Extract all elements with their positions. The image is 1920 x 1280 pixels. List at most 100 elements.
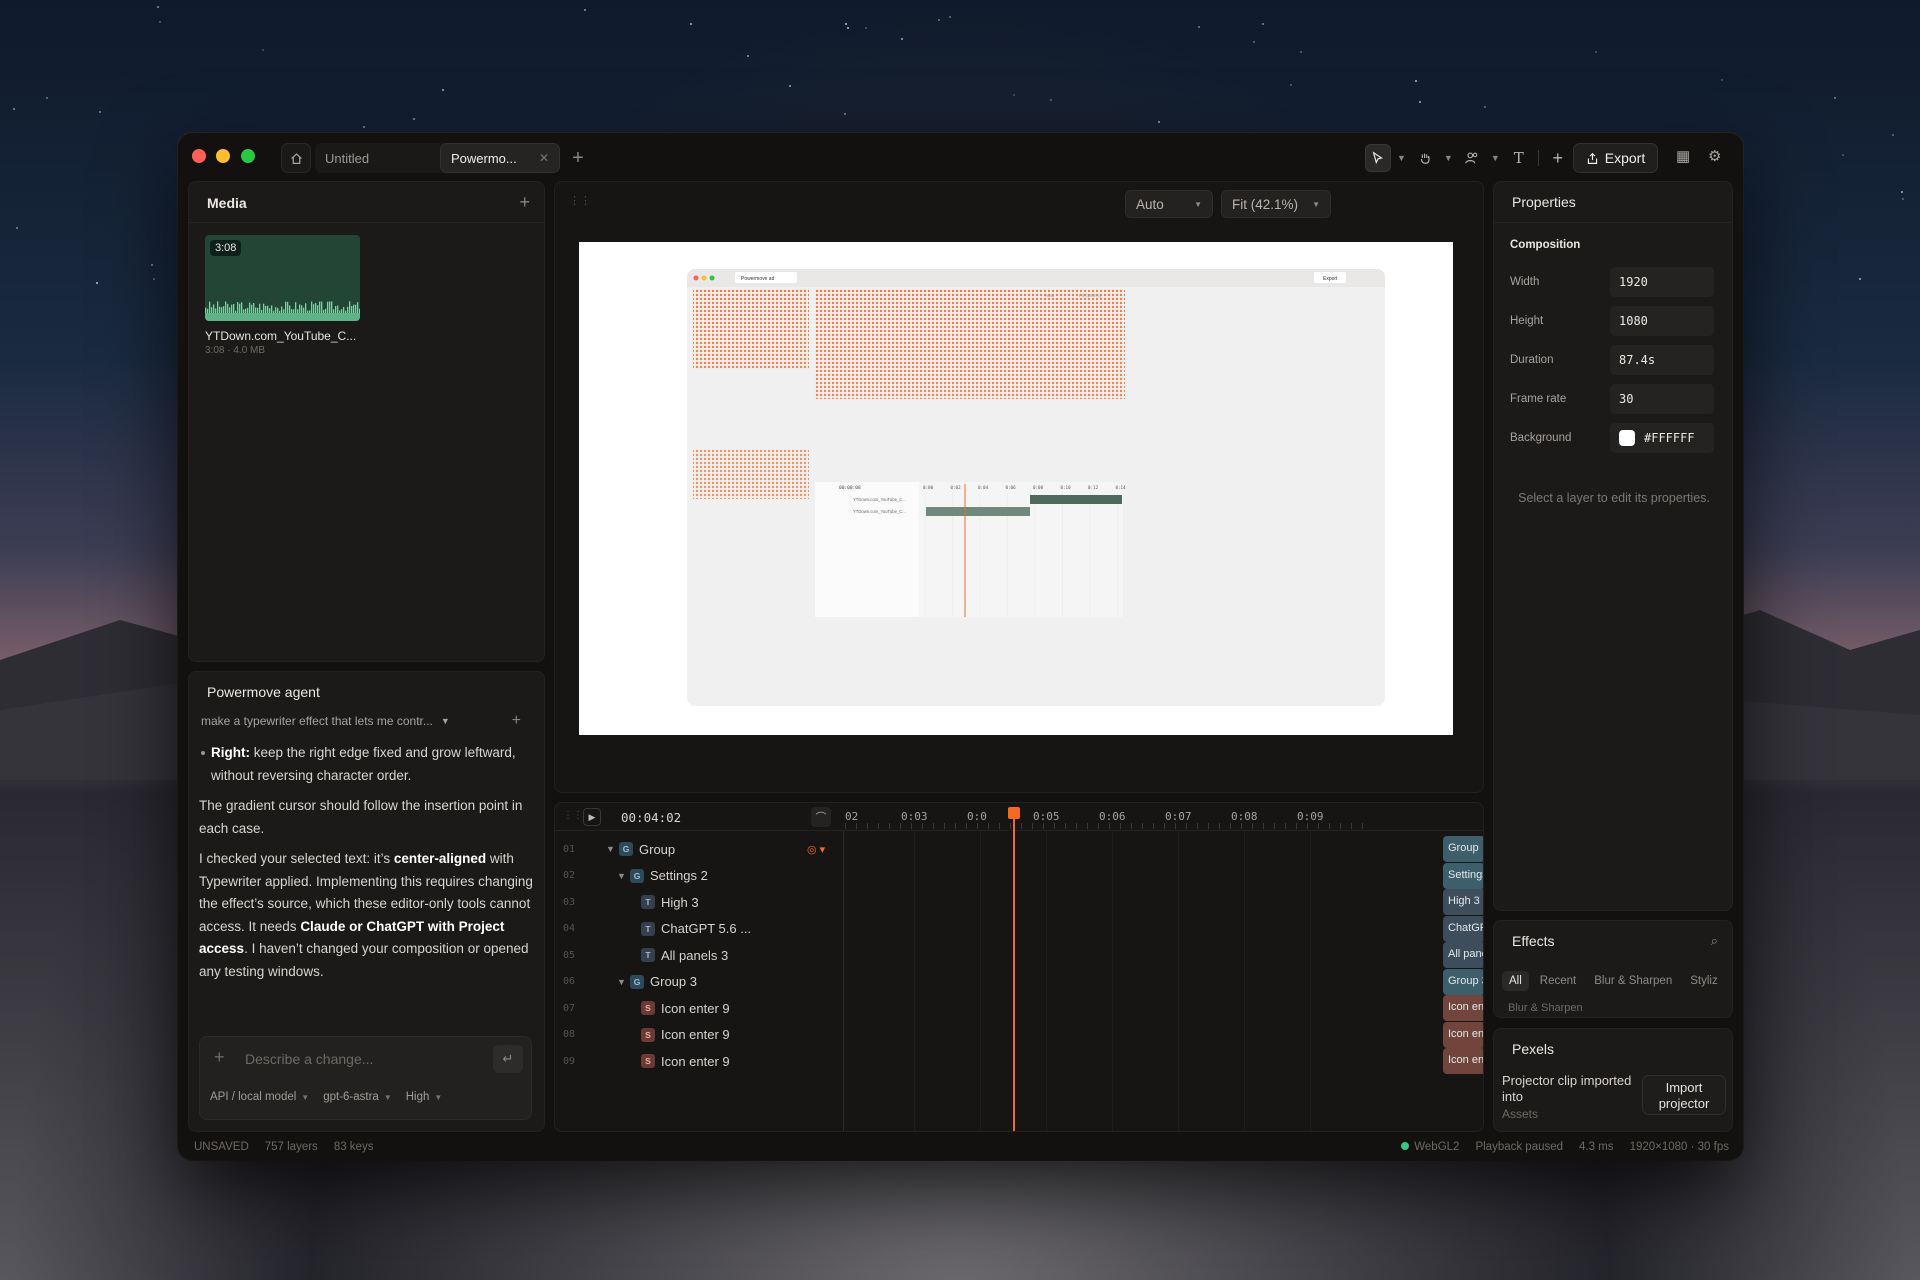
chevron-down-icon: ▼	[1312, 199, 1320, 209]
gear-icon[interactable]: ⚙	[1708, 147, 1721, 165]
chevron-down-icon[interactable]: ▼	[1444, 153, 1453, 163]
shape-layer-icon: S	[641, 1054, 655, 1068]
chevron-down-icon[interactable]: ▼	[1491, 153, 1500, 163]
maximize-window-button[interactable]	[241, 149, 255, 163]
chevron-down-icon: ▼	[383, 1093, 392, 1102]
star	[1720, 79, 1723, 82]
timeline-clip[interactable]: Group 3	[1443, 968, 1483, 995]
keyframe-target-icon[interactable]: ◎ ▾	[807, 843, 825, 856]
export-button[interactable]: Export	[1573, 143, 1658, 173]
frame-timing: 4.3 ms	[1579, 1141, 1614, 1153]
model-source-select[interactable]: API / local model ▼	[210, 1091, 309, 1103]
text-layer-icon: T	[641, 921, 655, 936]
hand-tool-button[interactable]	[1412, 144, 1438, 172]
timeline-clip[interactable]: Settings 2	[1443, 862, 1483, 889]
home-button[interactable]	[281, 143, 311, 173]
playhead-handle[interactable]	[1008, 807, 1020, 819]
search-icon[interactable]: ⌕	[1711, 933, 1718, 949]
property-input-background[interactable]: #FFFFFF	[1610, 423, 1714, 453]
media-thumbnail[interactable]: 3:08	[205, 235, 360, 321]
property-input-height[interactable]: 1080	[1610, 306, 1714, 336]
ruler-tick	[1131, 823, 1132, 829]
close-window-button[interactable]	[192, 149, 206, 163]
fit-select[interactable]: Fit (42.1%) ▼	[1221, 190, 1331, 218]
clip-name: YTDown.com_YouTube_C...	[205, 329, 357, 343]
star	[788, 85, 791, 88]
layer-index: 04	[563, 923, 576, 934]
new-tab-button[interactable]: +	[563, 143, 593, 173]
zoom-mode-select[interactable]: Auto ▼	[1125, 190, 1213, 218]
users-tool-button[interactable]	[1459, 144, 1485, 172]
import-projector-button[interactable]: Import projector	[1642, 1075, 1726, 1115]
layer-index: 09	[563, 1055, 576, 1067]
layer-row[interactable]: 09 S Icon enter 9	[555, 1045, 843, 1077]
close-tab-icon[interactable]: ✕	[539, 151, 549, 165]
expand-chevron-icon[interactable]: ▼	[606, 844, 615, 854]
chevron-down-icon: ▼	[440, 716, 450, 726]
expand-chevron-icon[interactable]: ▼	[617, 871, 626, 881]
tab-powermove[interactable]: Powermo... ✕	[440, 143, 560, 173]
timeline-clip[interactable]: Group	[1443, 836, 1483, 862]
effects-chip[interactable]: Blur & Sharpen	[1587, 971, 1679, 991]
timeline-clip[interactable]: Icon enter 9	[1443, 995, 1483, 1021]
tab-untitled-label: Untitled	[325, 150, 370, 166]
ruler-label: 0:07	[1165, 810, 1192, 823]
property-input-width[interactable]: 1920	[1610, 267, 1714, 297]
ruler-tick	[889, 823, 890, 829]
timeline-clip[interactable]: Icon enter 9	[1443, 1021, 1483, 1048]
timeline-clip[interactable]: Icon enter 9	[1443, 1048, 1483, 1074]
divider	[189, 222, 544, 223]
play-button[interactable]: ▶	[583, 808, 601, 826]
property-label: Height	[1510, 315, 1544, 327]
divider	[1494, 222, 1732, 223]
effects-chip[interactable]: Styliz	[1683, 971, 1724, 991]
color-swatch[interactable]	[1619, 430, 1635, 446]
text-tool-button[interactable]: T	[1506, 144, 1532, 172]
timeline-clip[interactable]: High 3	[1443, 889, 1483, 915]
nested-ruler-label: 0:10	[1061, 485, 1072, 490]
nested-ruler-label: 0:00	[923, 485, 934, 490]
enter-icon: ↵	[502, 1051, 514, 1066]
ruler-tick	[922, 823, 923, 829]
playhead[interactable]	[1008, 807, 1020, 1131]
agent-input[interactable]: Describe a change...	[245, 1051, 373, 1067]
star	[1892, 133, 1895, 136]
model-name-select[interactable]: gpt-6-astra ▼	[323, 1091, 392, 1103]
timeline-gridline	[1310, 831, 1311, 1131]
ruler-tick	[977, 823, 978, 829]
clip-duration-badge: 3:08	[210, 240, 242, 256]
model-name-label: gpt-6-astra	[323, 1091, 379, 1103]
effects-chip[interactable]: All	[1502, 971, 1529, 991]
shape-layer-icon: S	[641, 1027, 655, 1042]
attach-plus-icon[interactable]: +	[214, 1047, 225, 1068]
send-button[interactable]: ↵	[493, 1045, 523, 1073]
model-effort-select[interactable]: High ▼	[406, 1091, 443, 1103]
layout-grid-icon[interactable]: ▦	[1676, 147, 1690, 165]
curve-editor-button[interactable]: ⌒	[811, 807, 831, 827]
layer-name: Settings 2	[650, 868, 708, 883]
star	[96, 281, 99, 284]
timeline-clip[interactable]: All panels 3	[1443, 942, 1483, 968]
star	[1594, 50, 1597, 53]
agent-prompt-selector[interactable]: make a typewriter effect that lets me co…	[201, 712, 521, 730]
ruler-tick	[1241, 823, 1242, 829]
ruler-tick	[1296, 823, 1297, 829]
drag-handle-icon[interactable]: ⋮⋮	[569, 194, 591, 207]
minimize-window-button[interactable]	[216, 149, 230, 163]
select-tool-button[interactable]	[1365, 144, 1391, 172]
ruler-tick	[1274, 823, 1275, 829]
composition-frame[interactable]: Powermove ad Export Auto Fit (18.5%) 00:…	[579, 242, 1453, 735]
timeline-panel: ⋮⋮ ▶ 00:04:02 ⌒ 02 0:03 0:0 0:05 0:06 0:07 0:0…	[554, 802, 1484, 1132]
add-media-icon[interactable]: +	[519, 192, 530, 213]
drag-handle-icon[interactable]: ⋮⋮	[563, 810, 583, 821]
layer-index: 02	[563, 870, 576, 881]
expand-chevron-icon[interactable]: ▼	[617, 977, 626, 987]
key-count: 83 keys	[333, 1141, 374, 1153]
new-thread-icon[interactable]: +	[512, 712, 521, 730]
add-tool-button[interactable]: +	[1545, 144, 1571, 172]
property-input-duration[interactable]: 87.4s	[1610, 345, 1714, 375]
property-input-frame-rate[interactable]: 30	[1610, 384, 1714, 414]
timeline-clip[interactable]: ChatGPT	[1443, 915, 1483, 942]
chevron-down-icon[interactable]: ▼	[1397, 153, 1406, 163]
effects-chip[interactable]: Recent	[1533, 971, 1583, 991]
